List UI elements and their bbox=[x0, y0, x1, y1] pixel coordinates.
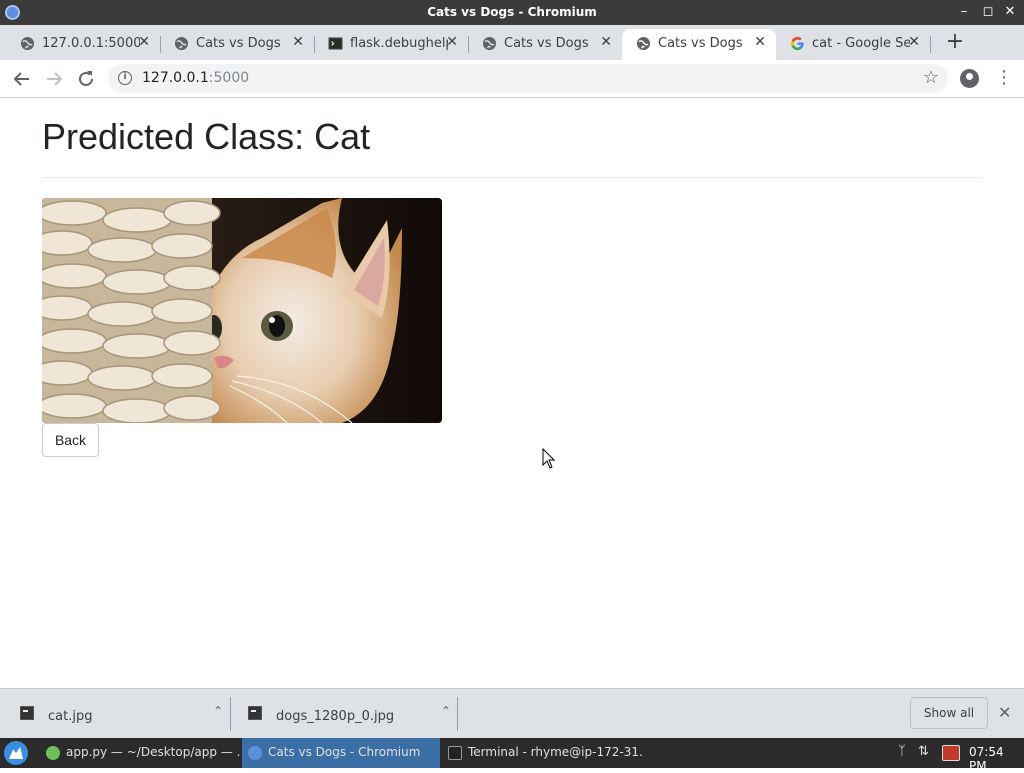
globe-icon bbox=[174, 36, 189, 51]
os-taskbar: app.py — ~/Desktop/app — ... Cats vs Dog… bbox=[0, 738, 1024, 773]
download-item[interactable]: dogs_1280p_0.jpg ⌃ bbox=[240, 695, 455, 733]
tab-2[interactable]: Cats vs Dogs ✕ bbox=[160, 29, 315, 60]
task-label: Terminal - rhyme@ip-172-31... bbox=[468, 745, 642, 759]
tab-6[interactable]: cat - Google Sea ✕ bbox=[776, 29, 931, 60]
info-icon[interactable]: i bbox=[118, 71, 132, 85]
tab-label: Cats vs Dogs bbox=[504, 36, 589, 51]
close-downloads-icon[interactable]: ✕ bbox=[998, 703, 1011, 722]
divider bbox=[42, 177, 983, 178]
browser-toolbar: i 127.0.0.1:5000 ☆ bbox=[0, 60, 1024, 98]
google-icon bbox=[790, 36, 804, 51]
globe-icon bbox=[636, 36, 651, 51]
file-icon bbox=[20, 706, 34, 720]
download-divider bbox=[230, 697, 231, 731]
window-title: Cats vs Dogs - Chromium bbox=[427, 5, 597, 19]
editor-icon bbox=[46, 746, 60, 760]
show-all-button[interactable]: Show all bbox=[910, 697, 988, 729]
chevron-up-icon[interactable]: ⌃ bbox=[213, 704, 223, 718]
tab-label: flask.debughelp bbox=[350, 36, 448, 51]
page-content: Predicted Class: Cat Back bbox=[0, 98, 1024, 688]
file-icon bbox=[248, 706, 262, 720]
profile-avatar-icon[interactable] bbox=[960, 69, 979, 88]
tab-label: Cats vs Dogs bbox=[658, 36, 743, 51]
close-icon[interactable]: ✕ bbox=[446, 34, 458, 50]
tab-label: cat - Google Sea bbox=[812, 36, 910, 51]
tab-label: 127.0.0.1:5000 bbox=[42, 36, 140, 51]
tab-strip: 127.0.0.1:5000 ✕ Cats vs Dogs ✕ flask.de… bbox=[0, 25, 1024, 60]
reload-icon[interactable] bbox=[74, 67, 98, 91]
maximize-button[interactable]: ◻ bbox=[979, 3, 997, 21]
terminal-icon bbox=[328, 37, 343, 50]
globe-icon bbox=[20, 36, 35, 51]
chromium-icon bbox=[248, 746, 262, 760]
address-bar[interactable]: i 127.0.0.1:5000 ☆ bbox=[108, 64, 948, 93]
page-title: Predicted Class: Cat bbox=[42, 116, 371, 157]
window-titlebar: Cats vs Dogs - Chromium – ◻ ✕ bbox=[0, 0, 1024, 25]
mouse-cursor-icon bbox=[542, 448, 556, 469]
tab-label: Cats vs Dogs bbox=[196, 36, 281, 51]
terminal-icon bbox=[448, 746, 462, 760]
tab-1[interactable]: 127.0.0.1:5000 ✕ bbox=[6, 29, 161, 60]
close-icon[interactable]: ✕ bbox=[138, 34, 150, 50]
cat-image bbox=[42, 198, 442, 423]
taskbar-task-editor[interactable]: app.py — ~/Desktop/app — ... bbox=[40, 738, 240, 768]
close-icon[interactable]: ✕ bbox=[754, 34, 766, 50]
taskbar-task-chromium[interactable]: Cats vs Dogs - Chromium bbox=[242, 738, 440, 768]
clock: 07:54 PM bbox=[969, 745, 1004, 773]
url-text: 127.0.0.1:5000 bbox=[142, 70, 249, 86]
download-item[interactable]: cat.jpg ⌃ bbox=[12, 695, 227, 733]
forward-arrow-icon[interactable] bbox=[42, 67, 66, 91]
network-icon[interactable]: ⇅ bbox=[918, 744, 929, 759]
downloads-bar: cat.jpg ⌃ dogs_1280p_0.jpg ⌃ Show all ✕ bbox=[0, 688, 1024, 738]
tab-3[interactable]: flask.debughelp ✕ bbox=[314, 29, 469, 60]
menu-kebab-icon[interactable]: ⋮ bbox=[995, 66, 1013, 90]
back-arrow-icon[interactable] bbox=[10, 67, 34, 91]
download-divider bbox=[457, 697, 458, 731]
download-filename: dogs_1280p_0.jpg bbox=[276, 709, 395, 724]
cat-image-graphic bbox=[42, 198, 442, 423]
download-filename: cat.jpg bbox=[48, 709, 93, 724]
taskbar-task-terminal[interactable]: Terminal - rhyme@ip-172-31... bbox=[442, 738, 642, 768]
url-port: :5000 bbox=[208, 70, 250, 86]
url-host: 127.0.0.1 bbox=[142, 70, 209, 86]
task-label: Cats vs Dogs - Chromium bbox=[268, 745, 421, 759]
close-icon[interactable]: ✕ bbox=[292, 34, 304, 50]
tab-4[interactable]: Cats vs Dogs ✕ bbox=[468, 29, 622, 60]
tab-5-active[interactable]: Cats vs Dogs ✕ bbox=[622, 29, 776, 60]
back-button[interactable]: Back bbox=[42, 423, 99, 457]
minimize-button[interactable]: – bbox=[955, 3, 973, 21]
globe-icon bbox=[482, 36, 497, 51]
power-icon[interactable] bbox=[942, 745, 960, 761]
bluetooth-icon[interactable]: ᛉ bbox=[898, 744, 906, 759]
close-icon[interactable]: ✕ bbox=[908, 34, 920, 50]
chevron-up-icon[interactable]: ⌃ bbox=[441, 704, 451, 718]
close-icon[interactable]: ✕ bbox=[600, 34, 612, 50]
new-tab-button[interactable]: + bbox=[945, 30, 965, 54]
close-window-button[interactable]: ✕ bbox=[1001, 3, 1019, 21]
tab-divider bbox=[930, 36, 931, 53]
task-label: app.py — ~/Desktop/app — ... bbox=[66, 745, 240, 759]
start-menu-button[interactable] bbox=[4, 741, 28, 765]
bookmark-star-icon[interactable]: ☆ bbox=[923, 67, 939, 88]
